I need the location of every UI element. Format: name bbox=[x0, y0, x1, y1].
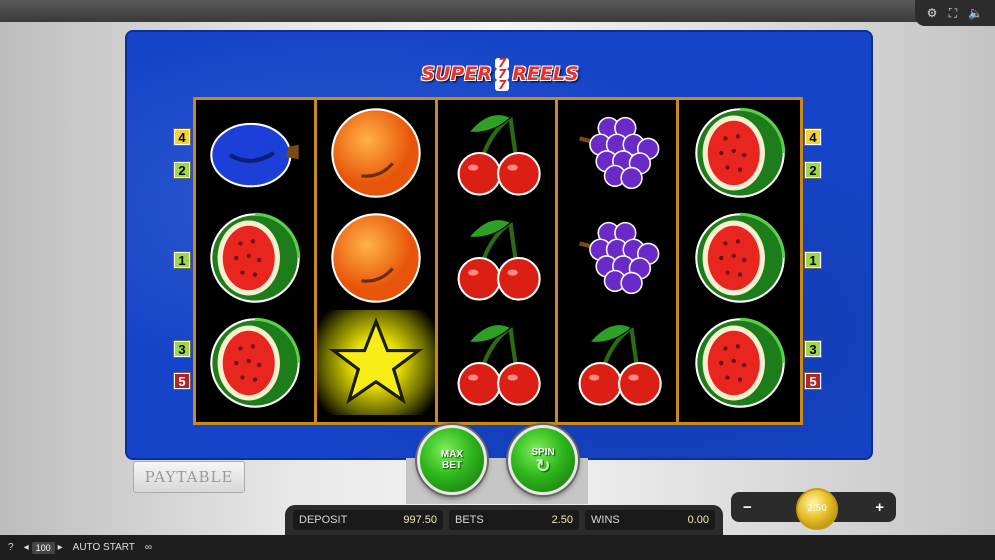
deposit-field: DEPOSIT 997.50 bbox=[293, 510, 443, 530]
cherry-symbol bbox=[438, 310, 556, 415]
bets-label: BETS bbox=[455, 514, 484, 526]
star-symbol bbox=[316, 310, 435, 415]
plum-symbol bbox=[196, 100, 314, 205]
bets-value: 2.50 bbox=[551, 514, 573, 526]
orange-symbol bbox=[317, 100, 435, 205]
rewind-icon: ◂ bbox=[23, 542, 29, 553]
cherry-symbol bbox=[558, 310, 676, 415]
line-indicator-left-4: 4 bbox=[173, 128, 191, 146]
speed-value: 100 bbox=[31, 541, 55, 554]
line-indicator-left-5: 5 bbox=[173, 372, 191, 390]
bet-coin[interactable]: 2.50 bbox=[796, 488, 838, 530]
window-controls: ⚙ ⛶ 🔈 bbox=[915, 0, 995, 26]
deposit-value: 997.50 bbox=[403, 514, 437, 526]
paytable-button[interactable]: PAYTABLE bbox=[133, 461, 245, 493]
spin-arrow-icon: ↻ bbox=[535, 455, 551, 476]
help-button[interactable]: ? bbox=[8, 542, 14, 553]
watermelon-symbol bbox=[679, 100, 800, 205]
grapes-symbol bbox=[558, 100, 676, 205]
watermelon-symbol bbox=[679, 205, 800, 310]
bet-increase-button[interactable]: + bbox=[875, 499, 884, 516]
line-indicator-right-4: 4 bbox=[804, 128, 822, 146]
bets-field: BETS 2.50 bbox=[449, 510, 579, 530]
infinity-icon[interactable]: ∞ bbox=[145, 542, 152, 553]
reel-3 bbox=[437, 100, 559, 422]
forward-icon: ▸ bbox=[57, 542, 63, 553]
watermelon-symbol bbox=[196, 205, 314, 310]
wins-label: WINS bbox=[591, 514, 620, 526]
speed-control[interactable]: ◂ 100 ▸ bbox=[23, 541, 63, 554]
cherry-symbol bbox=[438, 205, 556, 310]
logo-left-word: SUPER bbox=[421, 63, 492, 85]
settings-icon[interactable]: ⚙ bbox=[927, 6, 938, 20]
line-indicator-left-3: 3 bbox=[173, 340, 191, 358]
reel-1 bbox=[196, 100, 317, 422]
wins-field: WINS 0.00 bbox=[585, 510, 715, 530]
wins-value: 0.00 bbox=[687, 514, 709, 526]
line-indicator-right-5: 5 bbox=[804, 372, 822, 390]
line-indicator-left-2: 2 bbox=[173, 161, 191, 179]
max-bet-button[interactable]: MAX BET bbox=[417, 425, 487, 495]
line-indicator-right-2: 2 bbox=[804, 161, 822, 179]
status-bar: ? ◂ 100 ▸ AUTO START ∞ bbox=[0, 535, 995, 560]
reel-5 bbox=[679, 100, 800, 422]
line-indicator-right-3: 3 bbox=[804, 340, 822, 358]
auto-start-label[interactable]: AUTO START bbox=[73, 542, 135, 553]
orange-symbol bbox=[317, 205, 435, 310]
logo-right-word: REELS bbox=[512, 63, 579, 85]
line-indicator-left-1: 1 bbox=[173, 251, 191, 269]
watermelon-symbol bbox=[196, 310, 314, 415]
grapes-symbol bbox=[558, 205, 676, 310]
stats-bar: DEPOSIT 997.50 BETS 2.50 WINS 0.00 bbox=[285, 505, 723, 535]
reel-2 bbox=[316, 100, 438, 422]
reels-area bbox=[193, 97, 803, 425]
line-indicator-right-1: 1 bbox=[804, 251, 822, 269]
game-logo: SUPER 7 7 7 REELS bbox=[402, 54, 598, 94]
cherry-symbol bbox=[438, 100, 556, 205]
reel-4 bbox=[558, 100, 680, 422]
sound-icon[interactable]: 🔈 bbox=[968, 6, 983, 20]
bet-decrease-button[interactable]: − bbox=[743, 499, 752, 516]
spin-button[interactable]: SPIN ↻ bbox=[508, 425, 578, 495]
logo-sevens: 7 7 7 bbox=[494, 57, 510, 91]
watermelon-symbol bbox=[679, 310, 800, 415]
fullscreen-icon[interactable]: ⛶ bbox=[949, 6, 957, 21]
deposit-label: DEPOSIT bbox=[299, 514, 348, 526]
top-bar bbox=[0, 0, 995, 22]
